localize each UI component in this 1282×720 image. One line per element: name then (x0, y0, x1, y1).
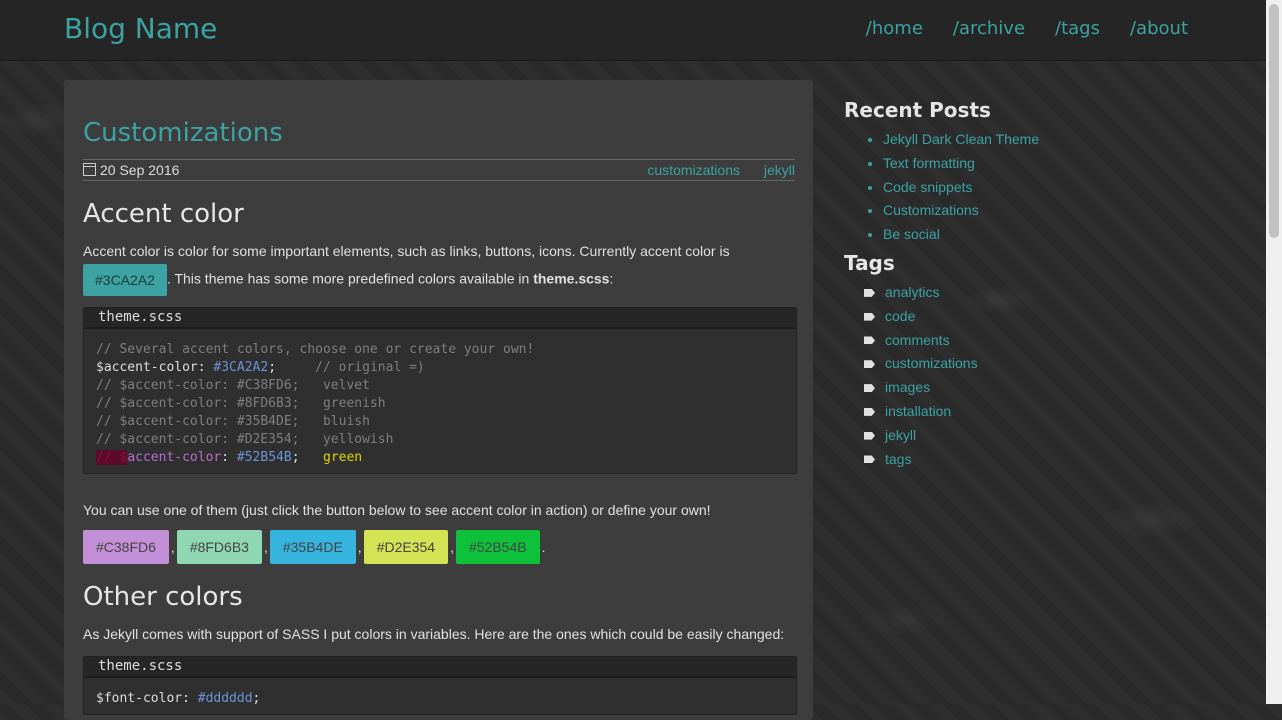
list-item: tags (844, 448, 1244, 472)
accent-color-heading: Accent color (83, 199, 244, 229)
code-line: // $accent-color: #C38FD6; velvet (96, 378, 370, 393)
post-title[interactable]: Customizations (83, 118, 283, 148)
list-item: Jekyll Dark Clean Theme (883, 128, 1244, 152)
post-meta: 20 Sep 2016 customizations jekyll (83, 159, 795, 181)
accent-intro: Accent color is color for some important… (83, 238, 795, 296)
code-line: // $accent-color: #35B4DE; bluish (96, 414, 370, 429)
tag-icon (864, 384, 875, 393)
list-item: analytics (844, 281, 1244, 305)
tag-icon (864, 431, 875, 440)
main-nav: /home /archive /tags /about (866, 18, 1188, 39)
other-code-block: theme.scss $font-color: #dddddd; (83, 656, 797, 715)
recent-post-link[interactable]: Text formatting (883, 155, 975, 171)
accent-button-green[interactable]: #52B54B (455, 530, 540, 564)
recent-post-link[interactable]: Customizations (883, 202, 979, 218)
list-item: Customizations (883, 199, 1244, 223)
list-item: Code snippets (883, 176, 1244, 200)
tag-link[interactable]: installation (885, 400, 951, 424)
top-navbar: Blog Name /home /archive /tags /about (0, 0, 1266, 61)
code-line: $font-color: #dddddd; (96, 691, 261, 706)
accent-intro-colon: : (609, 270, 614, 287)
tag-link[interactable]: code (885, 305, 915, 329)
tag-icon (864, 407, 875, 416)
code-filename: theme.scss (84, 308, 796, 329)
tag-icon (864, 288, 875, 297)
code-body: $font-color: #dddddd; (84, 678, 796, 714)
code-line: // Several accent colors, choose one or … (96, 342, 535, 357)
calendar-icon (83, 163, 96, 176)
code-line-highlighted: // $accent-color: #52B54B; green (96, 450, 363, 465)
list-item: images (844, 376, 1244, 400)
sidebar: Recent Posts Jekyll Dark Clean Theme Tex… (844, 98, 1244, 471)
tags-list: analytics code comments customizations i… (844, 281, 1244, 471)
tag-link[interactable]: images (885, 376, 930, 400)
code-body: // Several accent colors, choose one or … (84, 329, 796, 473)
tag-icon (864, 360, 875, 369)
nav-home[interactable]: /home (866, 18, 923, 39)
accent-swatch-buttons: #C38FD6, #8FD6B3, #35B4DE, #D2E354, #52B… (83, 530, 547, 564)
tag-link[interactable]: analytics (885, 281, 939, 305)
post-card: Customizations 20 Sep 2016 customization… (64, 80, 813, 720)
code-line: // $accent-color: #8FD6B3; greenish (96, 396, 386, 411)
accent-button-greenish[interactable]: #8FD6B3 (176, 530, 262, 564)
list-item: comments (844, 329, 1244, 353)
accent-intro-text: Accent color is color for some important… (83, 243, 730, 259)
other-colors-text: As Jekyll comes with support of SASS I p… (83, 626, 785, 642)
blog-name-link[interactable]: Blog Name (64, 12, 217, 45)
post-date: 20 Sep 2016 (83, 160, 179, 180)
list-item: Text formatting (883, 152, 1244, 176)
accent-intro-text-2: . This theme has some more predefined co… (166, 270, 534, 287)
accent-button-bluish[interactable]: #35B4DE (269, 530, 356, 564)
nav-tags[interactable]: /tags (1055, 18, 1100, 39)
post-tags: customizations jekyll (627, 160, 795, 180)
accent-use-text: You can use one of them (just click the … (83, 502, 711, 518)
tag-link[interactable]: customizations (885, 352, 978, 376)
list-item: customizations (844, 352, 1244, 376)
accent-code-block: theme.scss // Several accent colors, cho… (83, 307, 797, 474)
recent-posts-list: Jekyll Dark Clean Theme Text formatting … (844, 128, 1244, 247)
tag-icon (864, 455, 875, 464)
code-line: // $accent-color: #D2E354; yellowish (96, 432, 394, 447)
accent-button-yellowish[interactable]: #D2E354 (363, 530, 449, 564)
nav-archive[interactable]: /archive (953, 18, 1025, 39)
tags-heading: Tags (844, 250, 895, 275)
other-colors-heading: Other colors (83, 582, 243, 612)
tag-link[interactable]: jekyll (885, 424, 916, 448)
tag-icon (864, 336, 875, 345)
theme-file-name: theme.scss (533, 270, 610, 287)
recent-post-link[interactable]: Be social (883, 226, 940, 242)
tag-link[interactable]: tags (885, 448, 911, 472)
post-tag-jekyll[interactable]: jekyll (764, 162, 795, 178)
list-item: jekyll (844, 424, 1244, 448)
scrollbar-thumb[interactable] (1269, 4, 1279, 238)
recent-post-link[interactable]: Jekyll Dark Clean Theme (883, 131, 1039, 147)
recent-post-link[interactable]: Code snippets (883, 179, 973, 195)
post-date-text: 20 Sep 2016 (100, 162, 180, 178)
tag-icon (864, 312, 875, 321)
tag-link[interactable]: comments (885, 329, 950, 353)
recent-posts-heading: Recent Posts (844, 98, 991, 122)
code-filename: theme.scss (84, 657, 796, 678)
accent-button-velvet[interactable]: #C38FD6 (83, 530, 169, 564)
current-accent-badge: #3CA2A2 (83, 264, 167, 296)
code-line: $accent-color: #3CA2A2; // original =) (96, 360, 425, 375)
nav-about[interactable]: /about (1130, 18, 1188, 39)
list-item: Be social (883, 223, 1244, 247)
post-tag-customizations[interactable]: customizations (647, 162, 740, 178)
list-item: code (844, 305, 1244, 329)
list-item: installation (844, 400, 1244, 424)
page-scrollbar[interactable] (1266, 0, 1282, 704)
